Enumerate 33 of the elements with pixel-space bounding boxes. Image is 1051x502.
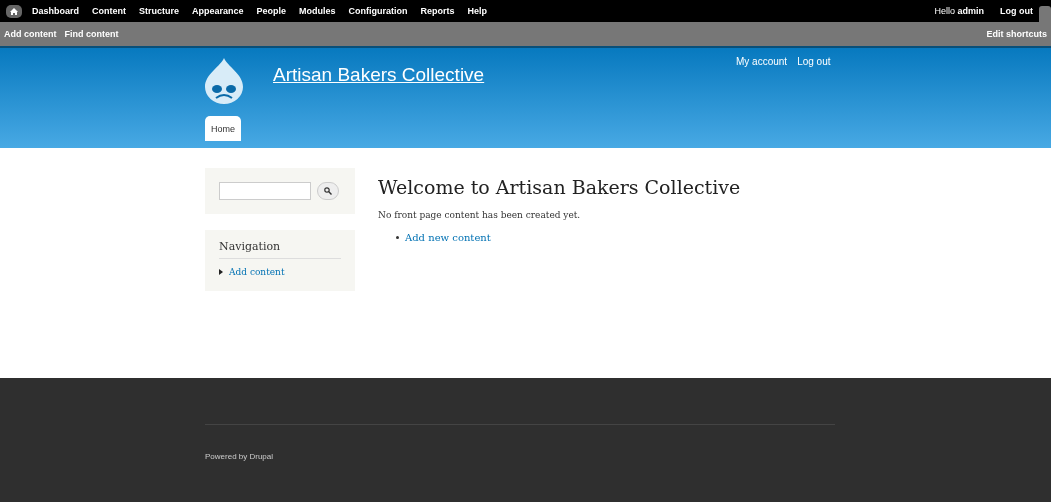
footer-text: Powered by Drupal xyxy=(205,452,274,461)
home-button[interactable] xyxy=(6,4,22,18)
edit-shortcuts-link[interactable]: Edit shortcuts xyxy=(986,29,1047,39)
toolbar-menu-item[interactable]: Reports xyxy=(420,6,455,16)
search-field[interactable] xyxy=(219,182,311,200)
secondary-menu-link[interactable]: Log out xyxy=(797,56,831,67)
bullet-icon xyxy=(219,269,223,275)
toolbar-menu-item[interactable]: Dashboard xyxy=(32,6,79,16)
toolbar-menu-item[interactable]: Content xyxy=(92,6,126,16)
toolbar-menu-item[interactable]: People xyxy=(256,6,287,16)
toolbar-menu-item[interactable]: Appearance xyxy=(192,6,244,16)
toolbar-menu-item[interactable]: Configuration xyxy=(348,6,408,16)
secondary-menu-link[interactable]: My account xyxy=(736,56,788,67)
search-icon xyxy=(324,187,332,195)
toolbar-menu-item[interactable]: Structure xyxy=(139,6,180,16)
block-title: Navigation xyxy=(219,240,341,259)
search-button[interactable] xyxy=(317,182,339,200)
shortcut-link[interactable]: Add content xyxy=(4,29,57,39)
message-text: No front page content has been created yet. xyxy=(378,210,582,220)
toolbar-menu-item[interactable]: Modules xyxy=(299,6,336,16)
site-name-link[interactable]: Artisan Bakers Collective xyxy=(273,64,485,86)
page-title: Welcome to Artisan Bakers Collective xyxy=(378,176,741,198)
toolbar-menu-item[interactable]: Help xyxy=(467,6,488,16)
home-icon xyxy=(10,7,18,15)
greeting-text: Hello admin xyxy=(934,6,984,16)
bullet-icon xyxy=(396,236,399,239)
content-link[interactable]: Add new content xyxy=(405,232,491,243)
nav-link[interactable]: Add content xyxy=(229,267,285,277)
shortcuts-toggle[interactable] xyxy=(1039,6,1051,22)
drop-logo-icon xyxy=(205,58,243,104)
home-tab[interactable]: Home xyxy=(205,116,241,141)
shortcut-link[interactable]: Find content xyxy=(64,29,119,39)
logout-link[interactable]: Log out xyxy=(1000,6,1033,16)
